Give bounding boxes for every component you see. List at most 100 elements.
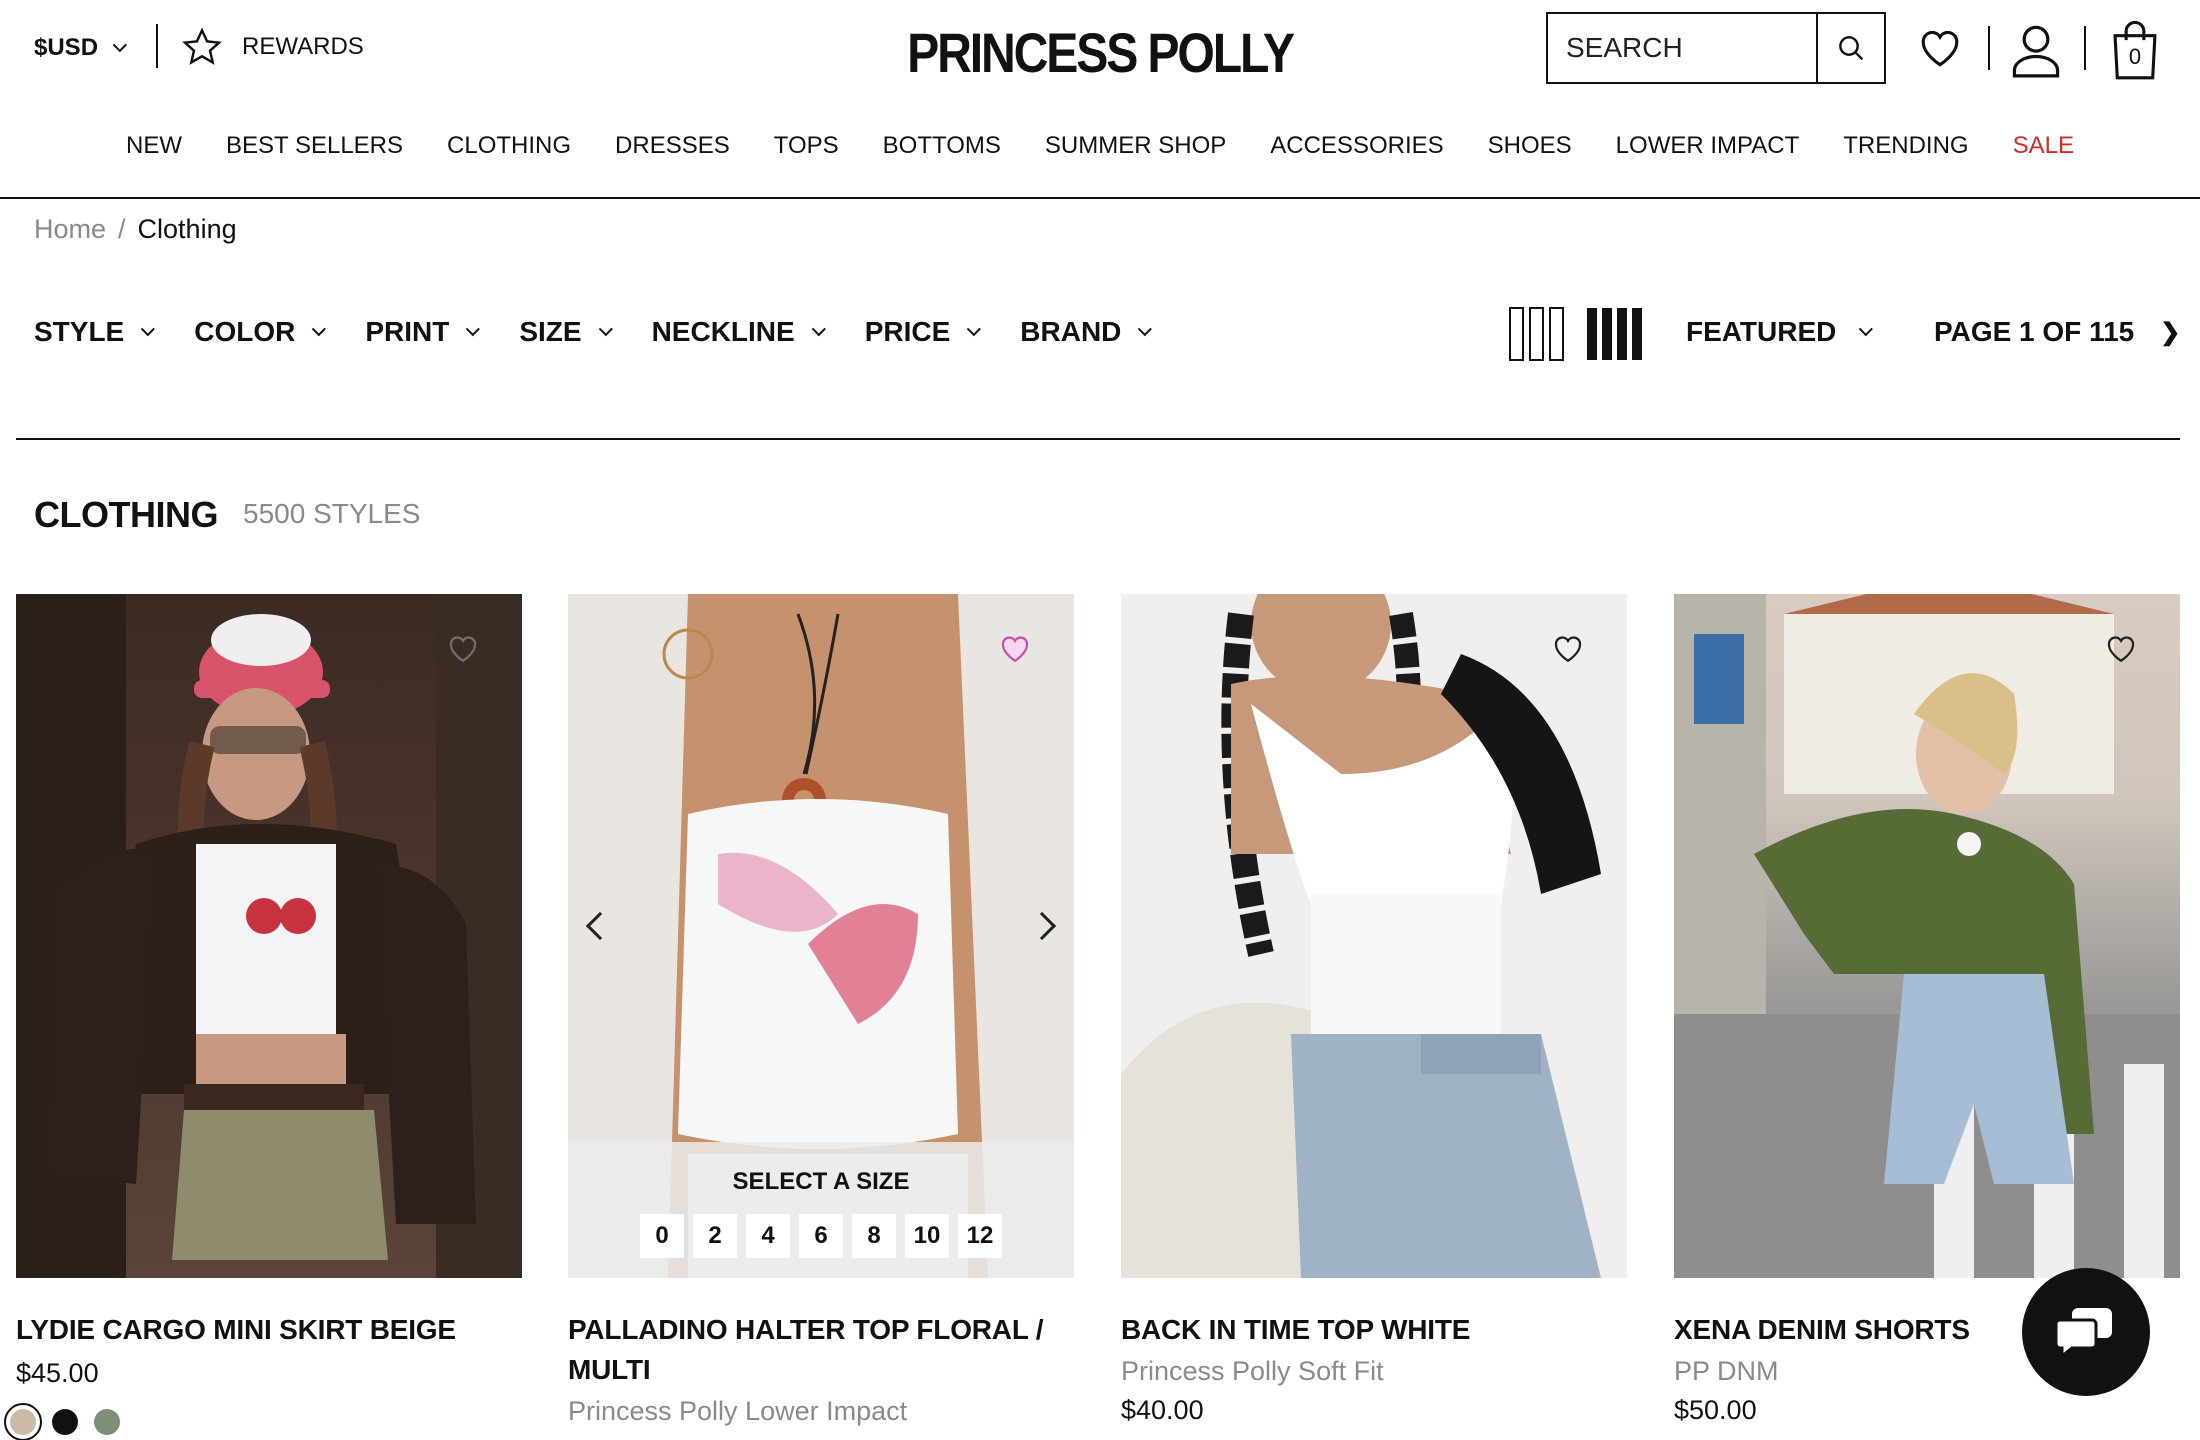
style-count: 5500 STYLES [243,498,421,529]
product-card[interactable]: BACK IN TIME TOP WHITE Princess Polly So… [1121,594,1627,1426]
product-title[interactable]: BACK IN TIME TOP WHITE [1121,1310,1627,1350]
breadcrumb-home[interactable]: Home [34,214,106,245]
chat-bubble-icon [2056,1308,2112,1360]
filter-neckline[interactable]: NECKLINE [651,316,826,348]
size-option[interactable]: 8 [852,1214,896,1258]
header-divider [2084,26,2086,70]
swatch-beige[interactable] [4,1403,42,1440]
sort-label: FEATURED [1686,316,1837,347]
chat-button[interactable] [2022,1268,2150,1396]
product-image[interactable] [1674,594,2180,1278]
chevron-down-icon [466,322,481,337]
search-icon [1839,36,1864,61]
nav-dresses[interactable]: DRESSES [615,132,730,160]
size-option[interactable]: 0 [640,1214,684,1258]
product-title[interactable]: LYDIE CARGO MINI SKIRT BEIGE [16,1310,522,1350]
grid-view-toggles [1508,306,1644,362]
user-icon [2012,25,2060,78]
nav-trending[interactable]: TRENDING [1843,132,1968,160]
chevron-down-icon [1138,322,1153,337]
filter-color[interactable]: COLOR [194,316,327,348]
product-title[interactable]: PALLADINO HALTER TOP FLORAL / MULTI [568,1310,1074,1390]
filter-label: BRAND [1020,316,1122,347]
nav-bottoms[interactable]: BOTTOMS [883,132,1001,160]
wishlist-heart-icon[interactable] [996,630,1034,666]
product-photo [1121,594,1601,1278]
three-column-grid-icon[interactable] [1508,306,1566,362]
filter-label: STYLE [34,316,125,347]
nav-best-sellers[interactable]: BEST SELLERS [226,132,403,160]
nav-sale[interactable]: SALE [2013,132,2074,160]
sort-dropdown[interactable]: FEATURED [1686,316,1874,348]
filter-label: SIZE [519,316,582,347]
swatch-black[interactable] [52,1409,78,1435]
filter-label: PRINT [365,316,450,347]
wishlist-heart-icon[interactable] [2102,630,2140,666]
cart-count: 0 [2128,44,2142,69]
product-photo [1674,594,2180,1278]
size-option[interactable]: 12 [958,1214,1002,1258]
product-price: $50.00 [1674,1395,1757,1425]
nav-clothing[interactable]: CLOTHING [447,132,571,160]
currency-label: $USD [34,34,99,61]
cart-button[interactable]: 0 [2108,18,2162,80]
search-button[interactable] [1816,14,1884,82]
nav-lower-impact[interactable]: LOWER IMPACT [1616,132,1800,160]
filter-price[interactable]: PRICE [864,316,982,348]
pagination: PAGE 1 OF 115 ❯ [1934,316,2180,348]
search-input[interactable] [1548,14,1816,82]
product-image[interactable] [1121,594,1627,1278]
size-option[interactable]: 10 [905,1214,949,1258]
nav-divider [0,197,2200,199]
nav-summer-shop[interactable]: SUMMER SHOP [1045,132,1226,160]
breadcrumb-separator: / [118,214,126,244]
search-box[interactable] [1546,12,1886,84]
chevron-down-icon [1859,322,1874,337]
breadcrumb: Home / Clothing [34,214,237,245]
next-page-icon[interactable]: ❯ [2160,318,2180,347]
filter-brand[interactable]: BRAND [1020,316,1153,348]
nav-new[interactable]: NEW [126,132,182,160]
select-size-label: SELECT A SIZE [732,1168,910,1195]
chevron-down-icon [967,322,982,337]
chevron-down-icon [598,322,613,337]
header-divider [1988,26,1990,70]
chevron-down-icon [112,38,127,53]
color-swatches [4,1403,522,1440]
page-indicator: PAGE 1 OF 115 [1934,316,2135,347]
size-option[interactable]: 2 [693,1214,737,1258]
page-title: CLOTHING [34,494,218,535]
filter-style[interactable]: STYLE [34,316,156,348]
four-column-grid-icon[interactable] [1586,306,1644,362]
product-image[interactable] [16,594,522,1278]
wishlist-button[interactable] [1914,22,1966,72]
heart-icon [1921,30,1959,67]
product-card[interactable]: SELECT A SIZE 0 2 4 6 8 10 12 PALLADINO … [568,594,1074,1427]
filter-print[interactable]: PRINT [365,316,481,348]
currency-selector[interactable]: $USD [34,34,127,62]
size-option[interactable]: 6 [799,1214,843,1258]
account-button[interactable] [2010,22,2062,78]
filter-label: COLOR [194,316,296,347]
wishlist-heart-icon[interactable] [1549,630,1587,666]
filter-label: PRICE [864,316,951,347]
breadcrumb-current: Clothing [137,214,237,244]
chevron-down-icon [312,322,327,337]
filter-label: NECKLINE [651,316,795,347]
product-card[interactable]: LYDIE CARGO MINI SKIRT BEIGE $45.00 [4,594,522,1440]
nav-tops[interactable]: TOPS [774,132,839,160]
section-divider [16,438,2180,440]
nav-accessories[interactable]: ACCESSORIES [1270,132,1443,160]
product-brand: Princess Polly Lower Impact [568,1396,908,1426]
wishlist-heart-icon[interactable] [444,630,482,666]
size-option[interactable]: 4 [746,1214,790,1258]
swatch-green[interactable] [94,1409,120,1435]
main-nav: NEW BEST SELLERS CLOTHING DRESSES TOPS B… [0,132,2200,160]
chevron-down-icon [811,322,826,337]
product-image[interactable]: SELECT A SIZE 0 2 4 6 8 10 12 [568,594,1074,1278]
product-price: $40.00 [1121,1395,1204,1425]
product-brand: Princess Polly Soft Fit [1121,1356,1384,1386]
product-price: $45.00 [16,1358,99,1388]
filter-size[interactable]: SIZE [519,316,613,348]
nav-shoes[interactable]: SHOES [1488,132,1572,160]
